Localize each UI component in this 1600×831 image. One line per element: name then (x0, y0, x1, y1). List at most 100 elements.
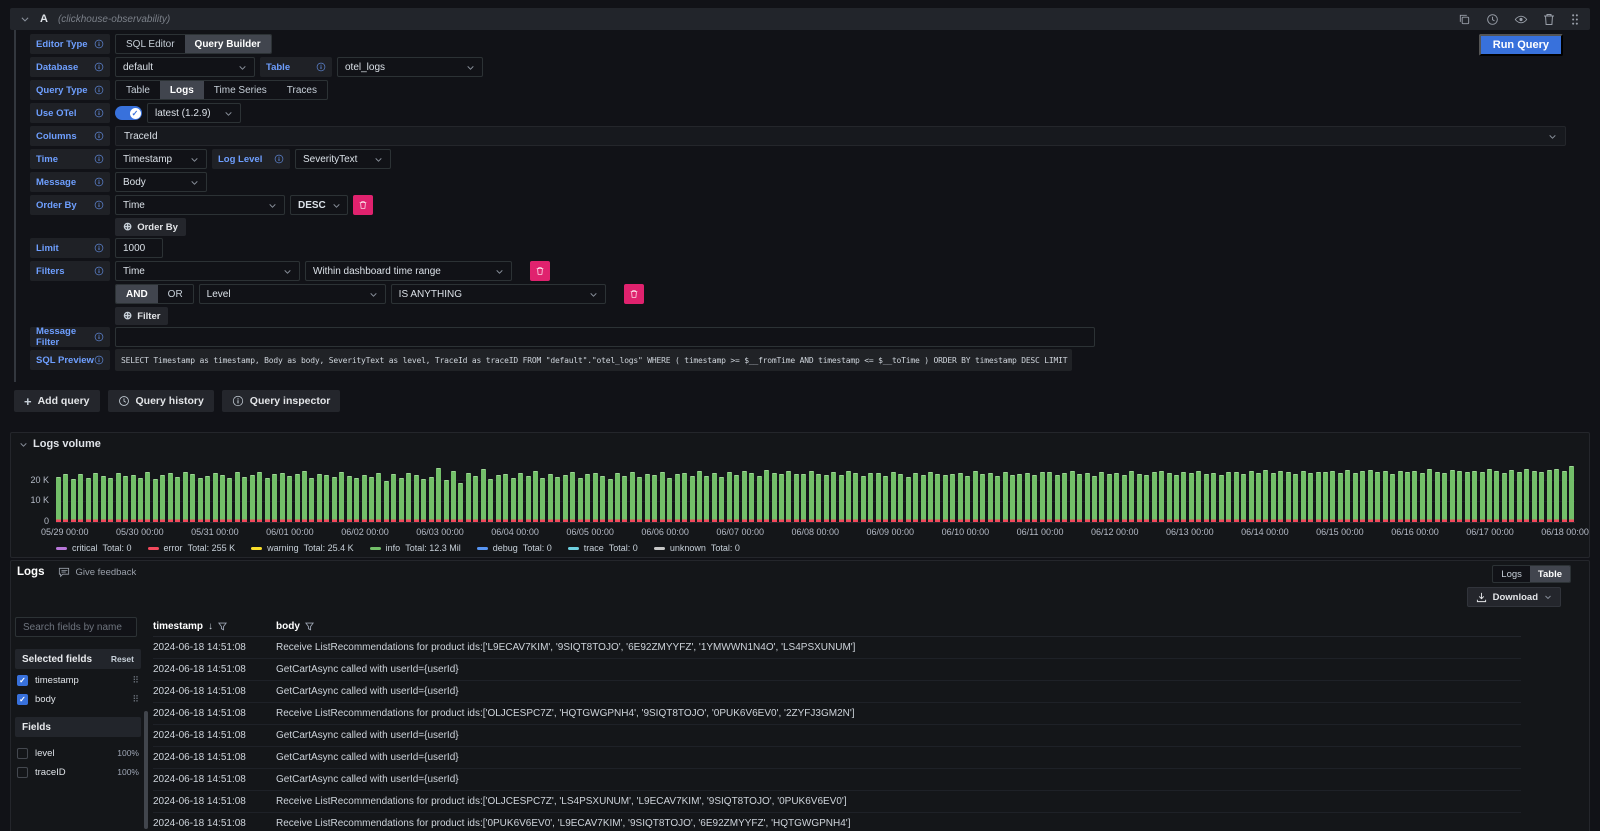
trash-icon[interactable] (1543, 13, 1555, 26)
query-inspector-button[interactable]: Query inspector (222, 390, 341, 412)
volume-bar (906, 477, 911, 522)
info-icon[interactable] (94, 39, 104, 49)
legend-item[interactable]: criticalTotal: 0 (56, 543, 132, 553)
query-type-option-table[interactable]: Table (116, 81, 160, 99)
checkbox-checked-icon[interactable]: ✓ (17, 675, 28, 686)
table-row[interactable]: 2024-06-18 14:51:08GetCartAsync called w… (153, 769, 1521, 791)
table-row[interactable]: 2024-06-18 14:51:08Receive ListRecommend… (153, 791, 1521, 813)
timestamp-column-header[interactable]: timestamp ↓ (153, 621, 276, 632)
table-row[interactable]: 2024-06-18 14:51:08GetCartAsync called w… (153, 681, 1521, 703)
editor-type-option-sql[interactable]: SQL Editor (116, 35, 185, 53)
checkbox-empty-icon[interactable] (17, 748, 28, 759)
log-level-column-select[interactable]: SeverityText (295, 149, 391, 169)
run-query-button[interactable]: Run Query (1479, 34, 1563, 56)
drag-handle-icon[interactable] (1570, 13, 1580, 26)
query-type-option-traces[interactable]: Traces (277, 81, 327, 99)
bool-option-and[interactable]: AND (116, 285, 158, 303)
drag-handle-icon[interactable]: ⠿ (132, 694, 139, 705)
history-icon[interactable] (1486, 13, 1499, 26)
time-column-select[interactable]: Timestamp (115, 149, 207, 169)
table-row[interactable]: 2024-06-18 14:51:08GetCartAsync called w… (153, 659, 1521, 681)
filter2-field-select[interactable]: Level (199, 284, 386, 304)
columns-multiselect[interactable]: TraceId (115, 126, 1566, 146)
query-history-button[interactable]: Query history (108, 390, 214, 412)
add-filter-button[interactable]: ⊕ Filter (115, 307, 168, 325)
add-query-button[interactable]: + Add query (14, 390, 100, 412)
volume-bar (965, 476, 970, 522)
info-icon[interactable] (94, 177, 104, 187)
use-otel-toggle[interactable]: ✓ (115, 106, 142, 120)
filter1-operator-select[interactable]: Within dashboard time range (305, 261, 512, 281)
legend-item[interactable]: warningTotal: 25.4 K (251, 543, 354, 553)
table-row[interactable]: 2024-06-18 14:51:08Receive ListRecommend… (153, 637, 1521, 659)
table-select[interactable]: otel_logs (337, 57, 483, 77)
view-option-table[interactable]: Table (1530, 566, 1570, 582)
table-row[interactable]: 2024-06-18 14:51:08GetCartAsync called w… (153, 725, 1521, 747)
collapse-chevron-icon[interactable] (20, 14, 30, 24)
info-icon[interactable] (316, 62, 326, 72)
info-icon[interactable] (94, 108, 104, 118)
volume-bar (101, 476, 106, 522)
legend-item[interactable]: infoTotal: 12.3 Mil (370, 543, 461, 553)
order-by-direction-select[interactable]: DESC (290, 195, 348, 215)
query-row-header[interactable]: A (clickhouse-observability) (10, 8, 1590, 30)
info-icon[interactable] (94, 131, 104, 141)
filter1-field-select[interactable]: Time (115, 261, 300, 281)
info-icon[interactable] (94, 266, 104, 276)
legend-item[interactable]: unknownTotal: 0 (654, 543, 740, 553)
checkbox-checked-icon[interactable]: ✓ (17, 694, 28, 705)
info-icon[interactable] (94, 355, 104, 365)
info-icon[interactable] (274, 154, 284, 164)
filter2-operator-select[interactable]: IS ANYTHING (391, 284, 606, 304)
remove-filter2-button[interactable] (624, 284, 644, 304)
logs-volume-header[interactable]: Logs volume (11, 433, 1589, 450)
download-button[interactable]: Download (1467, 587, 1561, 607)
table-row[interactable]: 2024-06-18 14:51:08Receive ListRecommend… (153, 703, 1521, 725)
query-type-option-timeseries[interactable]: Time Series (204, 81, 277, 99)
info-icon[interactable] (94, 62, 104, 72)
info-icon[interactable] (94, 332, 104, 342)
table-row[interactable]: 2024-06-18 14:51:08GetCartAsync called w… (153, 747, 1521, 769)
bool-option-or[interactable]: OR (158, 285, 193, 303)
eye-icon[interactable] (1514, 13, 1528, 26)
panel-collapse-chevron-icon[interactable] (19, 440, 28, 449)
reset-button[interactable]: Reset (111, 654, 134, 664)
message-filter-input[interactable] (115, 327, 1095, 347)
give-feedback-link[interactable]: Give feedback (58, 567, 136, 578)
sidebar-scrollbar[interactable] (144, 711, 148, 829)
editor-type-option-builder[interactable]: Query Builder (185, 35, 271, 53)
checkbox-empty-icon[interactable] (17, 767, 28, 778)
logs-volume-chart[interactable] (56, 463, 1575, 523)
search-fields-input[interactable] (15, 617, 137, 637)
info-icon[interactable] (94, 200, 104, 210)
table-row[interactable]: 2024-06-18 14:51:08Receive ListRecommend… (153, 813, 1521, 831)
body-column-header[interactable]: body (276, 621, 314, 632)
remove-filter1-button[interactable] (530, 261, 550, 281)
available-field-item[interactable]: level100% (17, 745, 139, 761)
info-icon[interactable] (94, 243, 104, 253)
limit-input[interactable] (115, 238, 163, 258)
available-field-item[interactable]: traceID100% (17, 764, 139, 780)
filter-funnel-icon[interactable] (305, 622, 314, 631)
volume-bar (1427, 469, 1432, 522)
legend-item[interactable]: debugTotal: 0 (477, 543, 552, 553)
info-icon[interactable] (94, 154, 104, 164)
field-percentage: 100% (117, 767, 139, 777)
view-option-logs[interactable]: Logs (1493, 566, 1530, 582)
otel-version-select[interactable]: latest (1.2.9) (147, 103, 241, 123)
filter-funnel-icon[interactable] (218, 622, 227, 631)
add-order-by-button[interactable]: ⊕ Order By (115, 218, 186, 236)
selected-field-item[interactable]: ✓timestamp⠿ (17, 672, 139, 688)
legend-item[interactable]: traceTotal: 0 (568, 543, 638, 553)
remove-order-by-button[interactable] (353, 195, 373, 215)
database-select[interactable]: default (115, 57, 255, 77)
query-type-option-logs[interactable]: Logs (160, 81, 204, 99)
message-column-select[interactable]: Body (115, 172, 207, 192)
drag-handle-icon[interactable]: ⠿ (132, 675, 139, 686)
duplicate-icon[interactable] (1458, 13, 1471, 26)
sort-desc-icon[interactable]: ↓ (208, 621, 213, 632)
order-by-field-select[interactable]: Time (115, 195, 285, 215)
info-icon[interactable] (94, 85, 104, 95)
legend-item[interactable]: errorTotal: 255 K (148, 543, 236, 553)
selected-field-item[interactable]: ✓body⠿ (17, 691, 139, 707)
